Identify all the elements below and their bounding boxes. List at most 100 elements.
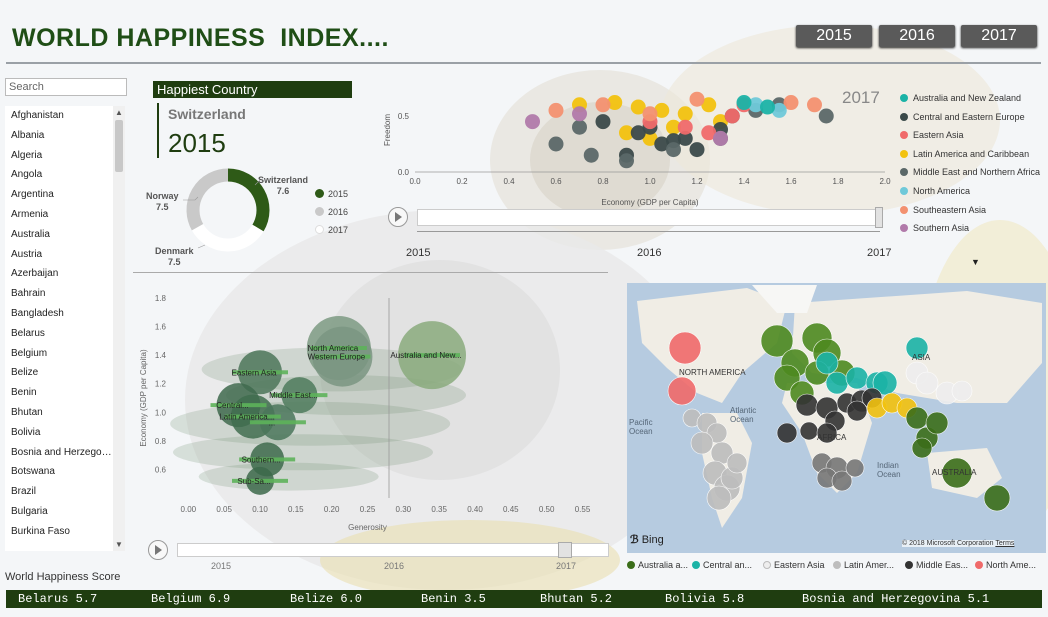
scroll-down-icon[interactable]: ▼ — [114, 540, 124, 549]
country-list-item[interactable]: Angola — [5, 165, 113, 185]
scatter-point[interactable] — [548, 102, 564, 118]
country-list-item[interactable]: Bhutan — [5, 403, 113, 423]
economy-vs-generosity-chart[interactable]: North AmericaWestern Europe Australia and… — [136, 290, 616, 535]
scatter-point[interactable] — [807, 97, 822, 113]
play-button-top[interactable] — [388, 207, 408, 227]
map-legend-item[interactable]: Central an... — [692, 560, 752, 570]
country-list[interactable]: Afghanistan Albania Algeria Angola Argentina… — [5, 106, 113, 551]
country-list-item[interactable]: Albania — [5, 126, 113, 146]
search-input[interactable] — [5, 78, 127, 96]
freedom-vs-economy-chart[interactable]: 0.0 0.2 0.4 0.6 0.8 1.0 1.2 1.4 1.6 1.8 2.0 0.5 0.0 E… — [378, 80, 893, 210]
country-list-item[interactable]: Australia — [5, 225, 113, 245]
scatter-point[interactable] — [677, 106, 693, 122]
map-bubble[interactable] — [667, 376, 697, 406]
country-list-item[interactable]: Brazil — [5, 482, 113, 502]
map-bubbles[interactable] — [627, 283, 1046, 553]
map-bubble[interactable] — [690, 431, 714, 455]
scatter-point[interactable] — [583, 147, 599, 163]
country-list-item[interactable]: Austria — [5, 245, 113, 265]
country-list-item[interactable]: Argentina — [5, 185, 113, 205]
country-list-item[interactable]: Botswana — [5, 462, 113, 482]
map-bubble[interactable] — [825, 371, 849, 395]
scatter-point[interactable] — [689, 91, 705, 107]
country-list-item[interactable]: Algeria — [5, 146, 113, 166]
map-bubble[interactable] — [925, 411, 949, 435]
map-bubble[interactable] — [668, 331, 702, 365]
legend-item[interactable]: Latin America and Caribbean — [900, 149, 1029, 159]
map-bubble[interactable] — [915, 371, 939, 395]
scatter-point[interactable] — [736, 95, 752, 111]
map-legend-item[interactable]: Australia a... — [627, 560, 688, 570]
bottom-play-axis-track[interactable] — [177, 543, 609, 557]
country-list-item[interactable]: Belize — [5, 363, 113, 383]
scatter-point[interactable] — [713, 130, 728, 146]
donut-slice-denmark[interactable] — [186, 168, 229, 231]
scatter-point[interactable] — [595, 97, 611, 113]
scatter-point[interactable] — [548, 136, 564, 152]
country-list-item[interactable]: Bahrain — [5, 284, 113, 304]
legend-item[interactable]: Central and Eastern Europe — [900, 112, 1025, 122]
scatter-point[interactable] — [525, 114, 540, 130]
country-list-item[interactable]: Bulgaria — [5, 502, 113, 522]
world-map[interactable]: NORTH AMERICA ASIA AFRICA AUSTRALIA Atla… — [627, 283, 1046, 553]
map-bubble[interactable] — [911, 437, 933, 459]
play-button-bottom[interactable] — [148, 540, 168, 560]
scatter-point[interactable] — [689, 142, 705, 158]
donut-slice-norway[interactable] — [191, 223, 264, 252]
scatter-point[interactable] — [619, 153, 634, 169]
scatter-point[interactable] — [666, 142, 681, 158]
legend-item[interactable]: Middle East and Northern Africa — [900, 167, 1040, 177]
country-list-item[interactable]: Bolivia — [5, 423, 113, 443]
scatter-point[interactable] — [572, 106, 587, 122]
scatter-point[interactable] — [677, 119, 693, 135]
country-list-item[interactable]: Benin — [5, 383, 113, 403]
map-bubble[interactable] — [795, 393, 819, 417]
legend-expand-icon[interactable]: ▼ — [971, 257, 980, 267]
map-bubble[interactable] — [706, 485, 732, 511]
map-bubble[interactable] — [815, 351, 839, 375]
map-bubble[interactable] — [726, 452, 748, 474]
country-list-item[interactable]: Belgium — [5, 344, 113, 364]
country-list-item[interactable]: Belarus — [5, 324, 113, 344]
map-bubble[interactable] — [905, 406, 929, 430]
map-bubble[interactable] — [951, 380, 973, 402]
scatter-point[interactable] — [595, 114, 611, 130]
scatter-point[interactable] — [760, 99, 775, 115]
bottom-play-axis-handle[interactable] — [558, 542, 572, 558]
scatter-point[interactable] — [818, 108, 834, 124]
map-bubble[interactable] — [776, 422, 798, 444]
country-list-item[interactable]: Azerbaijan — [5, 264, 113, 284]
top-play-axis-handle[interactable] — [875, 207, 883, 228]
country-list-item[interactable]: Bangladesh — [5, 304, 113, 324]
top-play-axis-track[interactable] — [417, 209, 882, 226]
scatter-point[interactable] — [724, 108, 740, 124]
map-terms-link[interactable]: Terms — [995, 540, 1014, 547]
scatter-point[interactable] — [642, 106, 658, 122]
map-legend-item[interactable]: Eastern Asia — [763, 560, 825, 570]
legend-dot-icon — [900, 168, 908, 177]
map-legend-item[interactable]: Middle Eas... — [905, 560, 968, 570]
year-button-2015[interactable]: 2015 — [796, 25, 872, 47]
map-legend-item[interactable]: North Ame... — [975, 560, 1036, 570]
scatter-point[interactable] — [572, 119, 587, 135]
legend-item[interactable]: Australia and New Zealand — [900, 93, 1021, 103]
country-list-item[interactable]: Armenia — [5, 205, 113, 225]
scroll-up-icon[interactable]: ▲ — [114, 108, 124, 117]
map-bubble[interactable] — [799, 421, 819, 441]
country-list-scrollbar[interactable] — [113, 106, 125, 551]
legend-item[interactable]: Southern Asia — [900, 223, 969, 233]
map-bubble[interactable] — [983, 484, 1011, 512]
year-button-2017[interactable]: 2017 — [961, 25, 1037, 47]
legend-item[interactable]: Southeastern Asia — [900, 205, 986, 215]
scrollbar-thumb[interactable] — [115, 120, 123, 172]
country-list-item[interactable]: Afghanistan — [5, 106, 113, 126]
legend-item[interactable]: Eastern Asia — [900, 130, 964, 140]
country-list-item[interactable]: Burkina Faso — [5, 522, 113, 542]
year-button-2016[interactable]: 2016 — [879, 25, 955, 47]
legend-item[interactable]: North America — [900, 186, 970, 196]
map-bubble[interactable] — [846, 400, 868, 422]
map-bubble[interactable] — [845, 458, 865, 478]
country-list-item[interactable]: Bosnia and Herzegov... — [5, 443, 113, 463]
map-bubble[interactable] — [845, 366, 869, 390]
map-legend-item[interactable]: Latin Amer... — [833, 560, 894, 570]
